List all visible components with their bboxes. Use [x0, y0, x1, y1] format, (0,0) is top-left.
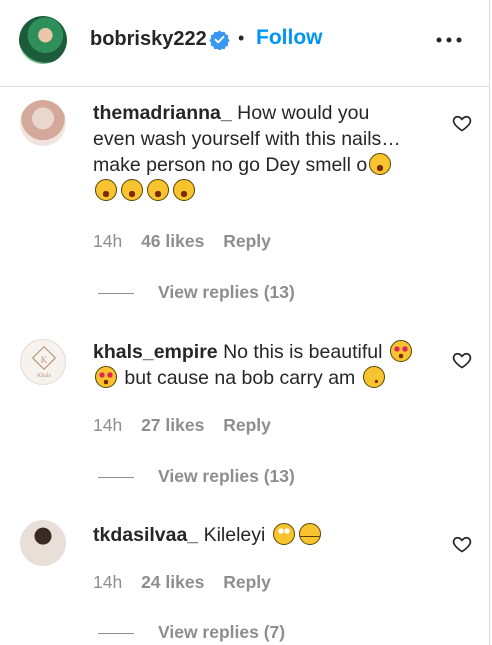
laughing-emoji-icon [173, 179, 195, 201]
reply-button[interactable]: Reply [223, 572, 271, 592]
avatar[interactable] [19, 16, 67, 64]
comment-text: themadrianna_ How would you even wash yo… [93, 100, 438, 204]
separator-dot: • [238, 28, 245, 48]
avatar[interactable]: K Khals [20, 339, 66, 385]
comment-item: themadrianna_ How would you even wash yo… [0, 96, 490, 311]
post-author-username[interactable]: bobrisky222 [90, 28, 207, 51]
comment-timestamp: 14h [93, 415, 123, 435]
smirk-emoji-icon [362, 366, 385, 388]
comment-meta: 14h 24 likes Reply [93, 572, 285, 593]
expressionless-emoji-icon [298, 523, 321, 545]
laughing-emoji-icon [121, 179, 143, 201]
like-heart-icon[interactable] [452, 113, 472, 133]
divider [98, 632, 134, 634]
verified-badge-icon [209, 30, 230, 50]
svg-text:K: K [41, 355, 48, 365]
laughing-emoji-icon [95, 179, 117, 201]
comment-username[interactable]: themadrianna_ [93, 102, 232, 124]
reply-button[interactable]: Reply [223, 415, 271, 435]
post-header: bobrisky222 • Follow [0, 0, 490, 87]
reply-button[interactable]: Reply [223, 231, 271, 251]
eye-roll-emoji-icon [272, 523, 295, 545]
view-replies-button[interactable]: View replies (13) [98, 282, 295, 303]
avatar[interactable] [20, 100, 66, 146]
comment-text: tkdasilvaa_ Kileleyi [93, 522, 438, 548]
svg-text:Khals: Khals [37, 373, 52, 379]
comment-likes[interactable]: 27 likes [141, 415, 204, 435]
comment-meta: 14h 27 likes Reply [93, 415, 285, 436]
comment-username[interactable]: tkdasilvaa_ [93, 524, 198, 546]
divider [98, 476, 134, 478]
comment-likes[interactable]: 46 likes [141, 231, 204, 251]
comment-timestamp: 14h [93, 231, 123, 251]
laughing-emoji-icon [147, 179, 169, 201]
view-replies-button[interactable]: View replies (13) [98, 466, 295, 487]
comment-likes[interactable]: 24 likes [141, 572, 204, 592]
like-heart-icon[interactable] [452, 350, 472, 370]
comment-timestamp: 14h [93, 572, 123, 592]
more-options-icon[interactable] [433, 28, 465, 52]
like-heart-icon[interactable] [452, 534, 472, 554]
comment-meta: 14h 46 likes Reply [93, 231, 285, 252]
follow-button[interactable]: Follow [256, 26, 323, 50]
comment-username[interactable]: khals_empire [93, 341, 218, 363]
view-replies-button[interactable]: View replies (7) [98, 622, 285, 643]
divider [98, 292, 134, 294]
heart-eyes-emoji-icon [389, 340, 412, 362]
comment-item: K Khals khals_empire No this is beautifu… [0, 335, 490, 495]
heart-eyes-emoji-icon [95, 366, 117, 388]
comment-item: tkdasilvaa_ Kileleyi 14h 24 likes Reply … [0, 516, 490, 645]
laughing-emoji-icon [369, 153, 392, 175]
comment-text: khals_empire No this is beautiful but ca… [93, 339, 438, 391]
avatar[interactable] [20, 520, 66, 566]
brand-logo-icon: K Khals [31, 345, 57, 379]
